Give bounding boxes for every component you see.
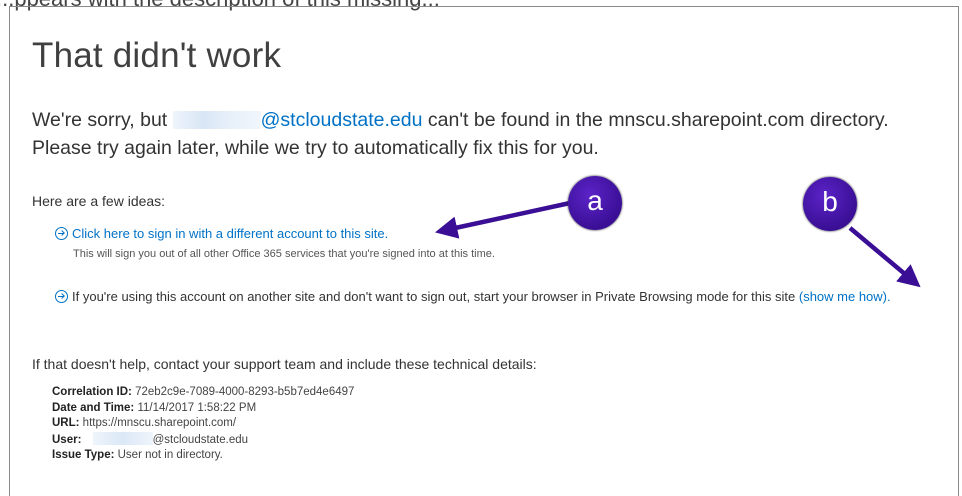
show-me-how-link[interactable]: (show me how).: [799, 289, 891, 304]
date-time: 11/14/2017 1:58:22 PM: [137, 401, 257, 414]
user-row: User: @stcloudstate.edu: [52, 431, 249, 446]
sign-in-different-account-link[interactable]: Click here to sign in with a different a…: [72, 226, 388, 241]
sorry-suffix: can't be found in the mnscu.sharepoint.c…: [427, 109, 889, 131]
idea-sign-in-different-account: Click here to sign in with a different a…: [55, 226, 388, 241]
private-browsing-text: If you're using this account on another …: [72, 289, 796, 304]
redacted-user: [92, 431, 153, 445]
issue-row: Issue Type: User not in directory.: [52, 449, 223, 461]
redacted-username: [172, 111, 261, 129]
url-value: https://mnscu.sharepoint.com/: [82, 417, 237, 429]
circle-arrow-right-icon: [55, 227, 68, 240]
error-message: We're sorry, but @stcloudstate.edu can't…: [32, 106, 957, 162]
idea-private-browsing: If you're using this account on another …: [55, 287, 955, 307]
datetime-row: Date and Time: 11/14/2017 1:58:22 PM: [52, 401, 257, 414]
technical-details: Correlation ID: 72eb2c9e-7089-4000-8293-…: [52, 385, 354, 464]
idea1-subtext: This will sign you out of all other Offi…: [73, 248, 495, 260]
issue-type: User not in directory.: [117, 449, 223, 461]
user-value: @stcloudstate.edu: [152, 433, 249, 446]
annotation-badge-a: a: [568, 176, 622, 230]
ideas-heading: Here are a few ideas:: [32, 193, 166, 209]
sorry-prefix: We're sorry, but: [32, 109, 168, 131]
correlation-id: 72eb2c9e-7089-4000-8293-b5b7ed4e6497: [135, 386, 355, 398]
circle-arrow-right-icon: [55, 290, 68, 303]
email-domain-link[interactable]: @stcloudstate.edu: [261, 109, 423, 131]
url-row: URL: https://mnscu.sharepoint.com/: [52, 417, 237, 429]
page-title: That didn't work: [32, 36, 282, 75]
sorry-line2: Please try again later, while we try to …: [32, 137, 599, 159]
help-text: If that doesn't help, contact your suppo…: [32, 356, 537, 372]
annotation-badge-b: b: [803, 177, 857, 231]
correlation-row: Correlation ID: 72eb2c9e-7089-4000-8293-…: [52, 386, 355, 398]
